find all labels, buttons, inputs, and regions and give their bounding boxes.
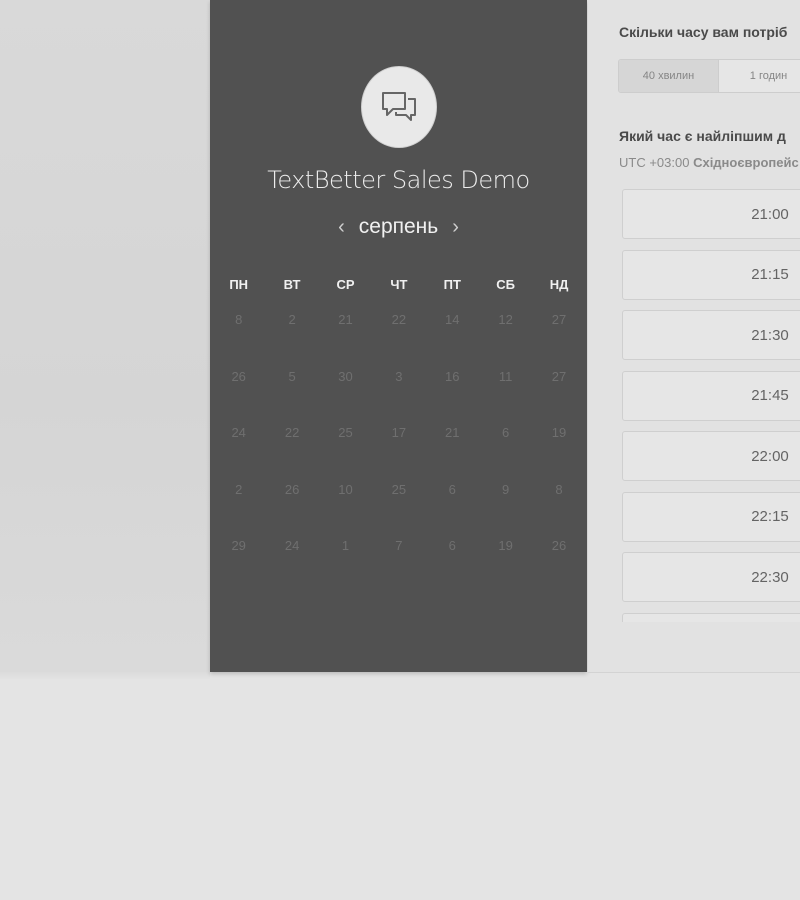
calendar-day: 24 bbox=[284, 538, 300, 553]
calendar-day: 22 bbox=[391, 312, 407, 327]
calendar-day: 30 bbox=[338, 368, 353, 384]
calendar-day: 7 bbox=[395, 538, 403, 553]
chevron-left-icon[interactable]: ‹ bbox=[338, 217, 345, 237]
time-slot[interactable]: 22:15 bbox=[622, 491, 800, 542]
calendar-day: 26 bbox=[284, 481, 300, 497]
calendar-day: 6 bbox=[448, 538, 456, 553]
weekday-fri: ПТ bbox=[443, 277, 461, 292]
calendar-day: 16 bbox=[445, 368, 460, 384]
calendar-day: 17 bbox=[391, 425, 407, 440]
calendar-day: 19 bbox=[551, 425, 567, 440]
time-slot[interactable] bbox=[622, 612, 800, 622]
calendar-day: 10 bbox=[338, 481, 353, 497]
calendar-week: 26 5 30 3 16 11 27 bbox=[212, 357, 586, 414]
weekday-thu: ЧТ bbox=[390, 277, 408, 292]
calendar-day: 1 bbox=[341, 538, 350, 553]
calendar-day: 21 bbox=[445, 425, 460, 440]
weekday-mon: ПН bbox=[229, 277, 249, 292]
duration-option-1hour[interactable]: 1 годин bbox=[719, 60, 800, 92]
calendar-day: 8 bbox=[235, 312, 243, 327]
time-slot-label: 22:15 bbox=[751, 508, 789, 525]
time-slot[interactable]: 21:00 bbox=[622, 189, 800, 239]
calendar-day: 5 bbox=[288, 368, 296, 384]
time-slot-label: 21:15 bbox=[751, 266, 789, 283]
calendar-week: 8 2 21 22 14 12 27 bbox=[212, 300, 586, 357]
weekday-header: ПН ВТ СР ЧТ ПТ СБ НД bbox=[212, 270, 586, 300]
time-slot[interactable]: 22:30 bbox=[622, 552, 800, 602]
time-slot[interactable]: 21:30 bbox=[622, 310, 800, 360]
time-slot-list: 21:00 21:15 21:30 21:45 22:00 22:15 22:3… bbox=[622, 189, 800, 622]
calendar-day: 2 bbox=[235, 481, 243, 497]
time-slot-label: 22:30 bbox=[751, 568, 789, 586]
timezone-name: Східноєвропейс bbox=[693, 155, 799, 170]
weekday-sat: СБ bbox=[496, 277, 516, 292]
calendar-day: 25 bbox=[338, 425, 353, 440]
calendar-day: 8 bbox=[555, 481, 563, 497]
duration-selector: 40 хвилин 1 годин bbox=[618, 59, 800, 93]
weekday-sun: НД bbox=[549, 277, 569, 292]
calendar-day: 27 bbox=[551, 368, 567, 384]
time-slot[interactable]: 21:15 bbox=[622, 249, 800, 300]
time-slot-label: 22:00 bbox=[751, 447, 789, 465]
chevron-right-icon[interactable]: › bbox=[452, 217, 459, 237]
calendar-day: 14 bbox=[445, 312, 460, 327]
time-slot-label: 21:45 bbox=[751, 387, 789, 404]
calendar-day: 12 bbox=[498, 312, 513, 327]
brand-logo bbox=[361, 66, 437, 148]
calendar-day: 24 bbox=[231, 425, 246, 440]
weekday-wed: СР bbox=[336, 277, 355, 292]
duration-question: Скільки часу вам потріб bbox=[619, 24, 788, 40]
time-slot-label: 21:00 bbox=[751, 205, 789, 223]
month-label: серпень bbox=[358, 215, 439, 238]
calendar-day: 25 bbox=[391, 481, 407, 497]
calendar-day: 27 bbox=[551, 312, 567, 327]
calendar-day: 6 bbox=[448, 481, 456, 497]
calendar-panel: TextBetter Sales Demo ‹ серпень › ПН ВТ … bbox=[210, 0, 587, 672]
calendar-day: 29 bbox=[231, 538, 246, 553]
time-slot-label: 21:30 bbox=[751, 326, 789, 344]
calendar-grid: ПН ВТ СР ЧТ ПТ СБ НД 8 2 21 22 14 12 27 … bbox=[212, 270, 586, 583]
calendar-day: 6 bbox=[502, 425, 510, 440]
booking-panel: Скільки часу вам потріб 40 хвилин 1 годи… bbox=[588, 0, 800, 673]
calendar-day: 21 bbox=[338, 312, 353, 327]
time-slot[interactable]: 21:45 bbox=[622, 370, 800, 421]
page-backdrop bbox=[0, 0, 210, 680]
calendar-day: 9 bbox=[502, 481, 510, 497]
timezone-offset: UTC +03:00 bbox=[619, 155, 690, 170]
calendar-day: 2 bbox=[288, 312, 296, 327]
calendar-day: 22 bbox=[284, 425, 300, 440]
month-navigation: ‹ серпень › bbox=[210, 212, 587, 242]
duration-option-40min[interactable]: 40 хвилин bbox=[619, 60, 719, 92]
calendar-day: 26 bbox=[551, 538, 567, 553]
brand-title: TextBetter Sales Demo bbox=[267, 166, 530, 194]
chat-bubbles-icon bbox=[382, 92, 416, 121]
calendar-day: 11 bbox=[498, 368, 513, 384]
calendar-day: 26 bbox=[231, 368, 246, 384]
calendar-week: 2 26 10 25 6 9 8 bbox=[212, 470, 586, 527]
weekday-tue: ВТ bbox=[283, 277, 301, 292]
time-slot[interactable]: 22:00 bbox=[622, 431, 800, 481]
calendar-day: 3 bbox=[395, 368, 403, 384]
calendar-week: 29 24 1 7 6 19 26 bbox=[212, 526, 586, 583]
time-question: Який час є найліпшим д bbox=[619, 128, 786, 144]
timezone-label[interactable]: UTC +03:00 Східноєвропейс bbox=[619, 155, 799, 170]
calendar-week: 24 22 25 17 21 6 19 bbox=[212, 413, 586, 470]
calendar-day: 19 bbox=[498, 538, 513, 553]
